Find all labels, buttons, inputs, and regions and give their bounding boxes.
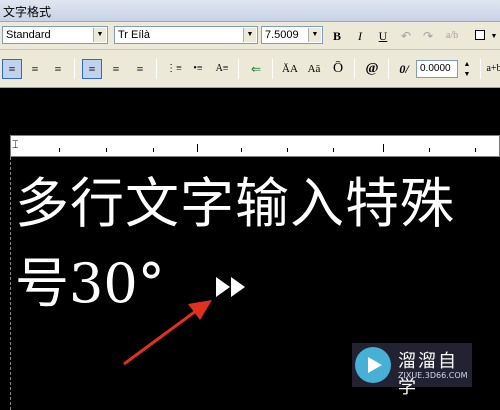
ruler-tick (106, 148, 107, 152)
ruler-tick (197, 144, 198, 152)
text-height-value: 7.5009 (265, 29, 299, 41)
ruler-tick (153, 148, 154, 152)
undo-icon[interactable]: ↶ (396, 26, 416, 46)
ruler[interactable]: ⌶ (10, 135, 500, 157)
lowercase-button[interactable]: Aă (304, 59, 324, 79)
paragraph-toolbar: ≡ ≡ ≡ ≡ ≡ ≡ ⋮≡ •≡ A≡ ⇐ ĂA Aă Ō @ 0/ 0.00… (0, 50, 500, 88)
text-cursor-icon (216, 277, 245, 297)
spinner-icon[interactable]: ▲ ▼ (460, 59, 474, 79)
text-height-combo[interactable]: 7.5009 ▼ (261, 26, 323, 44)
symbol-button[interactable]: @ (362, 59, 382, 79)
window-title: 文字格式 (3, 5, 52, 19)
lettered-list-icon[interactable]: A≡ (212, 59, 232, 79)
watermark: 溜溜自学 ZIXUE.3D66.COM (352, 343, 472, 398)
tracking-button[interactable]: a+b (484, 59, 500, 79)
oblique-angle-icon: 0/ (399, 62, 409, 76)
toolbar-separator (156, 59, 157, 79)
oblique-angle-value: 0.0000 (420, 63, 451, 74)
ruler-tick (241, 148, 242, 152)
toolbar-separator (388, 59, 389, 79)
style-combo-value: Standard (6, 29, 51, 41)
redo-icon[interactable]: ↷ (418, 26, 438, 46)
underline-button[interactable]: U (373, 26, 393, 46)
logo (355, 347, 391, 383)
ruler-tick (429, 148, 430, 152)
style-combo[interactable]: Standard ▼ (2, 26, 108, 44)
format-toolbar: Standard ▼ Tr Eílà ▼ 7.5009 ▼ B I U ↶ ↷ … (0, 22, 500, 50)
toolbar-separator (480, 59, 481, 79)
watermark-url: ZIXUE.3D66.COM (398, 371, 468, 380)
align-center-button[interactable]: ≡ (25, 59, 45, 79)
align-top-button[interactable]: ≡ (82, 59, 102, 79)
italic-button[interactable]: I (350, 26, 370, 46)
annotation-arrow (123, 300, 212, 366)
ruler-tick (333, 148, 334, 152)
numbered-list-icon[interactable]: ⋮≡ (164, 59, 184, 79)
toolbar-separator (272, 59, 273, 79)
font-combo-value: Tr Eílà (118, 29, 150, 41)
bullet-list-icon[interactable]: •≡ (188, 59, 208, 79)
align-bottom-button[interactable]: ≡ (130, 59, 150, 79)
toolbar-separator (238, 59, 239, 79)
chevron-down-icon[interactable]: ▼ (484, 26, 500, 46)
insert-field-icon[interactable]: ⇐ (246, 59, 266, 79)
stack-button[interactable]: a/b (442, 26, 462, 46)
overline-button[interactable]: Ō (328, 59, 348, 79)
indent-marker-icon[interactable]: ⌶ (12, 138, 19, 152)
align-left-button[interactable]: ≡ (2, 59, 22, 79)
align-right-button[interactable]: ≡ (48, 59, 68, 79)
ruler-tick (59, 148, 60, 152)
chevron-down-icon[interactable]: ▼ (93, 28, 106, 42)
ruler-tick (287, 148, 288, 152)
bold-button[interactable]: B (327, 26, 347, 46)
ruler-tick (475, 148, 476, 152)
oblique-angle-input[interactable]: 0.0000 (416, 60, 458, 78)
editor-text-line[interactable]: 多行文字输入特殊 (15, 159, 455, 238)
toolbar-separator (354, 59, 355, 79)
ruler-tick (383, 144, 384, 152)
chevron-down-icon[interactable]: ▼ (308, 28, 321, 42)
chevron-down-icon[interactable]: ▼ (243, 28, 256, 42)
toolbar-separator (74, 59, 75, 79)
uppercase-button[interactable]: ĂA (280, 59, 300, 79)
align-middle-button[interactable]: ≡ (106, 59, 126, 79)
title-bar: 文字格式 (0, 0, 500, 22)
font-combo[interactable]: Tr Eílà ▼ (114, 26, 258, 44)
